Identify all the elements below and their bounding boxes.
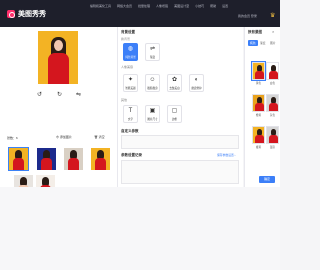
section-title: 背景设置: [121, 30, 135, 34]
tool-resize[interactable]: ▣ 图片尺寸: [145, 105, 160, 123]
color-icon: ◍: [127, 46, 134, 52]
tool-face[interactable]: ☺ 瘦脸瘦身: [145, 74, 160, 92]
gradient-icon: ⇌: [149, 46, 156, 52]
swatch-label: 橙黄: [255, 114, 262, 117]
bg-tab[interactable]: 纯色: [248, 40, 258, 46]
rotate-left-icon[interactable]: ↺: [36, 92, 43, 99]
member-link[interactable]: 我的会员 登录: [238, 14, 257, 18]
photo-thumbnail[interactable]: [64, 148, 83, 170]
add-image-button[interactable]: ⊕ 添加图片: [56, 135, 72, 140]
close-icon[interactable]: ×: [272, 29, 274, 34]
swatch-label: 白色: [269, 82, 276, 85]
other-label: 其他: [121, 98, 128, 102]
apply-button[interactable]: 确定: [259, 176, 275, 183]
portrait-label: 人像美容: [121, 65, 134, 69]
tool-label: 去皱美白: [169, 87, 180, 90]
member-label: 我的会员: [238, 14, 251, 18]
bg-swatch[interactable]: [266, 94, 279, 112]
tool-label: 边框: [171, 118, 178, 121]
clear-label: 清空: [98, 135, 105, 139]
app-name: 美图秀秀: [18, 11, 46, 18]
title-bar: 美图秀秀 编辑和美化工具 网络大会员 批量处理 人像增强 美图设计室 小技巧 帮…: [0, 0, 280, 27]
tool-label: 瘦脸瘦身: [147, 87, 158, 90]
menu-item-0[interactable]: 编辑和美化工具: [90, 4, 111, 8]
bg-swatch[interactable]: [252, 94, 265, 112]
custom-params-title: 自定义参数: [121, 129, 139, 133]
photo-preview: [38, 31, 78, 84]
tool-skin[interactable]: ✿ 去皱美白: [167, 74, 182, 92]
tool-magic-wand[interactable]: ✦ 智能美颜: [123, 74, 138, 92]
crown-icon[interactable]: ♛: [270, 13, 275, 19]
tool-color[interactable]: ◍ 纯色背景: [123, 43, 138, 61]
photo-thumbnail[interactable]: [91, 148, 110, 170]
bg-swatch[interactable]: [266, 62, 279, 80]
menu-item-3[interactable]: 人像增强: [156, 4, 168, 8]
flip-icon[interactable]: ⇋: [75, 92, 82, 99]
menu-item-4[interactable]: 美图设计室: [174, 4, 189, 8]
photo-thumbnail[interactable]: [37, 148, 56, 170]
text-icon: T: [128, 108, 133, 114]
swatch-label: 黄色: [255, 82, 262, 85]
workspace-area: [0, 187, 280, 270]
swatch-label: 灰色: [269, 114, 276, 117]
photo-count: 张数：6: [7, 136, 18, 140]
tool-label: 渐变: [149, 56, 156, 59]
photo-thumbnail[interactable]: [8, 147, 29, 171]
history-list: [121, 160, 239, 184]
clear-button[interactable]: 🗑 清空: [94, 135, 105, 140]
tool-text[interactable]: T 文字: [123, 105, 138, 123]
resize-icon: ▣: [149, 108, 156, 114]
bg-picker-title: 换背景图: [248, 30, 262, 34]
tool-label: 纯色背景: [125, 56, 136, 59]
add-image-label: 添加图片: [59, 135, 72, 139]
bg-tab[interactable]: 渐变: [258, 40, 268, 46]
tool-label: 图片尺寸: [147, 118, 158, 121]
history-title: 参数设置记录: [121, 153, 142, 157]
tool-label: 磨皮修护: [191, 87, 202, 90]
menu-item-5[interactable]: 小技巧: [195, 4, 204, 8]
left-panel: ↺ ↻ ⇋ 张数：6 ⊕ 添加图片 🗑 清空: [0, 27, 117, 197]
app-logo-icon: [7, 10, 15, 18]
bg-swatch[interactable]: [251, 61, 266, 81]
border-icon: ▢: [171, 108, 178, 114]
swatch-label: 银灰: [269, 146, 276, 149]
swatch-label: 暖黄: [255, 146, 262, 149]
bg-swatch[interactable]: [252, 126, 265, 144]
menu-item-7[interactable]: 设置: [222, 4, 228, 8]
face-icon: ☺: [149, 77, 156, 83]
menu-item-2[interactable]: 批量处理: [138, 4, 150, 8]
save-params-link[interactable]: 保存参数设置 ›: [217, 153, 236, 157]
rotate-right-icon[interactable]: ↻: [56, 92, 63, 99]
login-label: 登录: [250, 14, 257, 18]
bg-tab[interactable]: 图片: [268, 40, 278, 46]
bg-swatch[interactable]: [266, 126, 279, 144]
bg-subsection-label: 换背景: [121, 37, 131, 41]
tool-label: 智能美颜: [125, 87, 136, 90]
tool-retouch[interactable]: ◐ 磨皮修护: [189, 74, 204, 92]
menu-item-1[interactable]: 网络大会员: [117, 4, 132, 8]
tool-label: 文字: [127, 118, 134, 121]
tool-border[interactable]: ▢ 边框: [167, 105, 182, 123]
top-menu: 编辑和美化工具 网络大会员 批量处理 人像增强 美图设计室 小技巧 帮助 设置: [90, 4, 228, 8]
retouch-icon: ◐: [194, 77, 199, 83]
menu-item-6[interactable]: 帮助: [210, 4, 216, 8]
skin-icon: ✿: [171, 77, 178, 83]
magic-wand-icon: ✦: [127, 77, 134, 83]
tool-gradient[interactable]: ⇌ 渐变: [145, 43, 160, 61]
custom-params-field[interactable]: [121, 135, 239, 149]
